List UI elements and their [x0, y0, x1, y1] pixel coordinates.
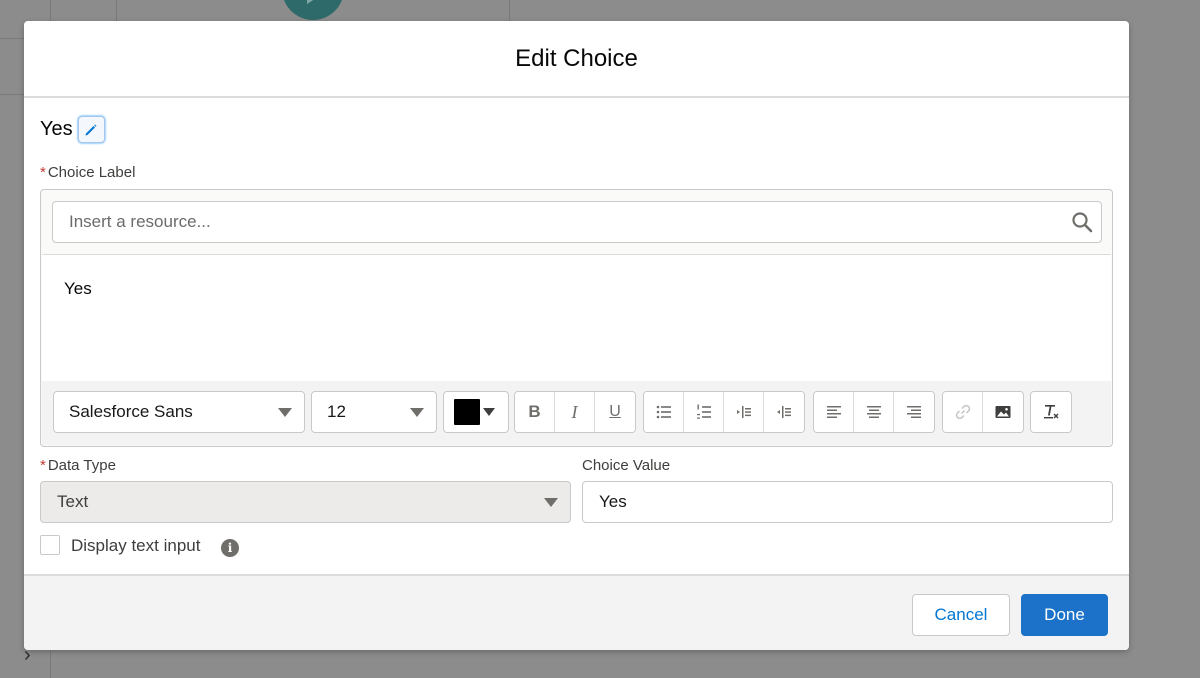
text-color-picker[interactable]: [443, 391, 509, 433]
font-family-value: Salesforce Sans: [69, 402, 193, 421]
underline-icon: U: [609, 403, 621, 420]
data-type-label-text: Data Type: [47, 457, 116, 474]
bold-icon: B: [528, 402, 541, 421]
background-divider: [116, 0, 117, 21]
modal-title: Edit Choice: [515, 44, 638, 72]
chevron-down-icon: [278, 408, 292, 417]
choice-name-row: Yes: [40, 116, 105, 143]
display-text-input-label: Display text input: [71, 536, 201, 555]
rich-text-toolbar: Salesforce Sans 12 B I U: [42, 381, 1111, 445]
chevron-down-icon: [544, 498, 558, 507]
edit-name-button[interactable]: [77, 116, 105, 143]
choice-label-text: Choice Label: [47, 164, 136, 181]
rich-text-editor: Yes Salesforce Sans 12: [40, 189, 1113, 447]
resource-search-input[interactable]: [53, 202, 1101, 242]
link-icon: [955, 404, 970, 420]
required-marker: *: [40, 457, 46, 474]
underline-button[interactable]: U: [595, 392, 635, 432]
align-center-icon: [866, 406, 881, 418]
modal-footer: Cancel Done: [24, 574, 1129, 650]
bulleted-list-button[interactable]: [644, 392, 684, 432]
background-play-icon: [282, 0, 344, 20]
chevron-down-icon: [410, 408, 424, 417]
display-text-input-checkbox[interactable]: [40, 535, 60, 555]
image-icon: [995, 406, 1011, 418]
insert-image-button[interactable]: [983, 392, 1023, 432]
pencil-icon: [85, 124, 97, 135]
background-divider: [0, 38, 24, 39]
data-type-value: Text: [57, 492, 89, 511]
modal-header: Edit Choice: [24, 21, 1129, 98]
data-type-label: * Data Type: [40, 457, 116, 474]
info-icon[interactable]: i: [221, 539, 239, 557]
font-size-select[interactable]: 12: [311, 391, 437, 433]
clear-formatting-icon: [1044, 405, 1059, 419]
clear-formatting-button[interactable]: [1031, 392, 1071, 432]
bulleted-list-icon: [656, 405, 671, 419]
font-size-value: 12: [327, 402, 346, 421]
choice-value-input[interactable]: [582, 481, 1113, 523]
align-right-icon: [907, 406, 921, 418]
format-text-group: B I U: [514, 391, 636, 433]
indent-button[interactable]: [724, 392, 764, 432]
background-divider: [509, 0, 510, 21]
align-center-button[interactable]: [854, 392, 894, 432]
rich-text-content[interactable]: Yes: [42, 254, 1111, 381]
indent-icon: [736, 406, 751, 418]
align-group: [813, 391, 935, 433]
required-marker: *: [40, 164, 46, 181]
edit-choice-modal: Edit Choice Yes * Choice Label Insert a …: [24, 21, 1129, 650]
numbered-list-icon: [696, 404, 711, 419]
done-button[interactable]: Done: [1021, 594, 1108, 636]
data-type-select[interactable]: Text: [40, 481, 571, 523]
clear-format-group: [1030, 391, 1072, 433]
numbered-list-button[interactable]: [684, 392, 724, 432]
cancel-button[interactable]: Cancel: [912, 594, 1010, 636]
search-icon[interactable]: [1071, 211, 1093, 233]
choice-label-label: * Choice Label: [40, 164, 135, 181]
list-group: [643, 391, 805, 433]
bold-button[interactable]: B: [515, 392, 555, 432]
align-right-button[interactable]: [894, 392, 934, 432]
outdent-icon: [777, 406, 791, 418]
background-divider: [0, 94, 24, 95]
italic-button[interactable]: I: [555, 392, 595, 432]
insert-group: [942, 391, 1024, 433]
align-left-icon: [826, 406, 841, 418]
color-swatch: [454, 399, 480, 425]
link-button[interactable]: [943, 392, 983, 432]
chevron-down-icon: [483, 408, 495, 416]
font-family-select[interactable]: Salesforce Sans: [53, 391, 305, 433]
choice-name: Yes: [40, 118, 73, 140]
rich-text-value: Yes: [64, 279, 92, 298]
align-left-button[interactable]: [814, 392, 854, 432]
choice-value-label: Choice Value: [582, 457, 671, 474]
italic-icon: I: [571, 401, 578, 422]
resource-search: [52, 201, 1102, 243]
outdent-button[interactable]: [764, 392, 804, 432]
text-color-button[interactable]: [444, 392, 508, 432]
